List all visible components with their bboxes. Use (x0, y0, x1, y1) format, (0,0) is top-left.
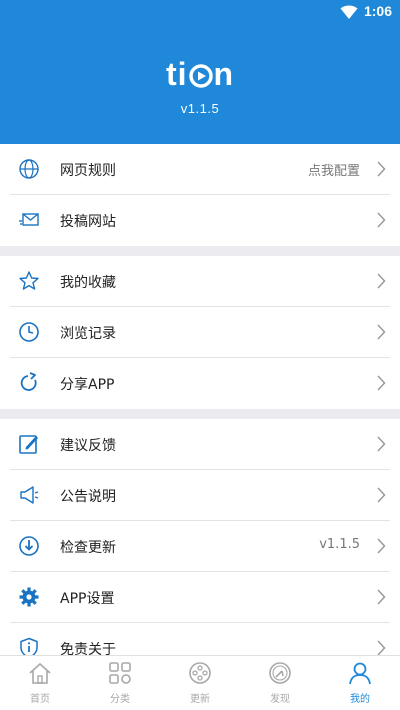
section-gap (0, 246, 400, 256)
menu-item-label: 公告说明 (60, 489, 116, 505)
menu-group: 我的收藏浏览记录分享APP (0, 256, 400, 409)
menu-item[interactable]: 检查更新 v1.1.5 (0, 521, 400, 572)
tab-compass[interactable]: 发现 (240, 656, 320, 710)
section-gap (0, 409, 400, 419)
menu-item-label: 建议反馈 (60, 438, 116, 454)
chevron-right-icon (377, 436, 386, 452)
tab-film-reel[interactable]: 更新 (160, 656, 240, 710)
tab-user[interactable]: 我的 (320, 656, 400, 710)
gear-icon (19, 587, 39, 607)
menu-item-label: 网页规则 (60, 163, 116, 179)
tab-label: 分类 (110, 694, 130, 705)
tab-label: 首页 (30, 694, 50, 705)
chevron-right-icon (377, 538, 386, 554)
app-logo: ti n (0, 56, 400, 93)
logo-text-tail: n (213, 56, 235, 92)
chevron-right-icon (377, 375, 386, 391)
compass-icon (269, 662, 291, 684)
wifi-icon (340, 5, 358, 19)
chevron-right-icon (377, 487, 386, 503)
user-icon (349, 662, 371, 685)
play-logo-icon (188, 64, 213, 88)
chevron-right-icon (377, 324, 386, 340)
menu-item[interactable]: 建议反馈 (0, 419, 400, 470)
chevron-right-icon (377, 161, 386, 177)
menu-item-label: 分享APP (60, 377, 115, 393)
menu-item-value: 点我配置 (307, 164, 360, 179)
chevron-right-icon (377, 212, 386, 228)
film-reel-icon (189, 662, 211, 684)
menu-item[interactable]: 公告说明 (0, 470, 400, 521)
app-version: v1.1.5 (180, 101, 220, 116)
category-icon (109, 662, 131, 684)
menu-group: 网页规则 点我配置投稿网站 (0, 144, 400, 246)
megaphone-icon (20, 486, 39, 504)
chevron-right-icon (377, 640, 386, 656)
menu-item-label: 检查更新 (60, 540, 116, 556)
globe-icon (19, 159, 39, 179)
menu-item-label: 浏览记录 (60, 326, 116, 342)
menu-item[interactable]: 浏览记录 (0, 307, 400, 358)
menu-item[interactable]: 分享APP (0, 358, 400, 409)
menu-item-value: v1.1.5 (319, 537, 360, 552)
status-time: 1:06 (363, 3, 392, 19)
status-bar: 1:06 (0, 0, 400, 24)
menu-item-label: APP设置 (60, 591, 115, 607)
menu-item[interactable]: APP设置 (0, 572, 400, 623)
home-icon (29, 662, 51, 684)
tab-label: 发现 (270, 694, 290, 705)
menu-item[interactable]: 我的收藏 (0, 256, 400, 307)
clock-icon (19, 322, 39, 342)
menu-item-label: 我的收藏 (60, 275, 116, 291)
menu-item-label: 投稿网站 (60, 214, 116, 230)
settings-menu: 网页规则 点我配置投稿网站我的收藏浏览记录分享APP 建议反馈公告说明检查更新 v1.… (0, 144, 400, 674)
edit-icon (19, 435, 38, 454)
share-icon (20, 372, 37, 391)
send-mail-icon (19, 213, 39, 226)
star-icon (19, 271, 39, 290)
chevron-right-icon (377, 273, 386, 289)
tab-category[interactable]: 分类 (80, 656, 160, 710)
menu-item[interactable]: 投稿网站 (0, 195, 400, 246)
download-icon (19, 536, 39, 556)
tab-home[interactable]: 首页 (0, 656, 80, 710)
menu-item[interactable]: 网页规则 点我配置 (0, 144, 400, 195)
profile-header: ti n v1.1.5 (0, 24, 400, 144)
bottom-tab-bar: 首页 分类 更新 发现 我的 (0, 655, 400, 710)
menu-group: 建议反馈 公告说明 检查更新 v1.1.5 APP设置 免责关于 (0, 419, 400, 674)
logo-text: ti (165, 56, 188, 92)
tab-label: 更新 (190, 694, 210, 705)
chevron-right-icon (377, 589, 386, 605)
tab-label: 我的 (350, 694, 370, 705)
